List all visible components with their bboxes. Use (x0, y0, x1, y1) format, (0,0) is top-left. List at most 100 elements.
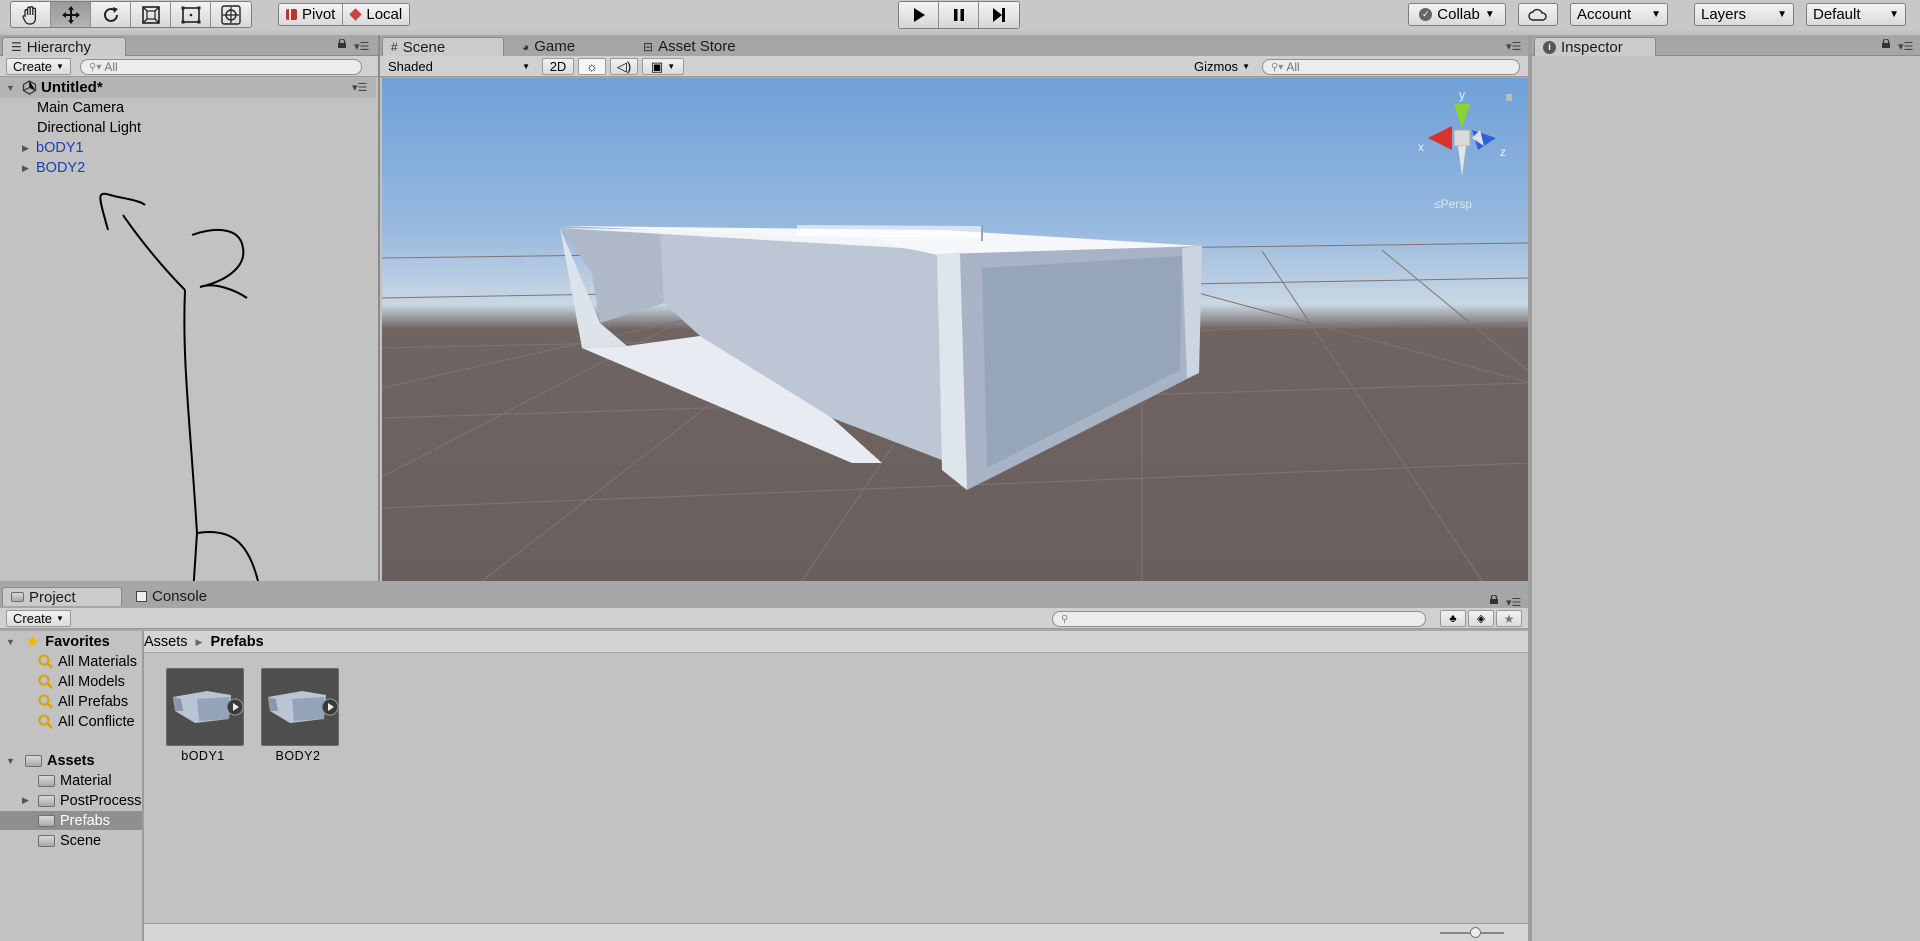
create-dropdown[interactable]: Create ▼ (6, 58, 71, 75)
chevron-down-icon: ▼ (522, 62, 530, 71)
triangle-down-icon[interactable]: ▼ (6, 637, 20, 647)
hierarchy-item-body1[interactable]: ▶ bODY1 (22, 138, 84, 158)
gizmo-lock-icon[interactable] (1506, 94, 1512, 101)
filter-by-type-button[interactable]: ♣ (1440, 610, 1466, 627)
folder-postprocess[interactable]: ▶ PostProcess (22, 791, 141, 810)
rotate-icon (103, 6, 118, 22)
rect-tool-button[interactable] (171, 2, 211, 27)
move-tool-button[interactable] (51, 2, 91, 27)
scene-search-input[interactable] (1286, 60, 1519, 74)
tab-scene[interactable]: # Scene (382, 37, 504, 56)
projection-label[interactable]: ≤Persp (1434, 197, 1472, 211)
pivot-toggle[interactable]: Pivot (279, 4, 344, 25)
lock-icon[interactable] (1490, 595, 1498, 604)
gizmos-dropdown[interactable]: Gizmos ▼ (1188, 58, 1252, 75)
pivot-label: Pivot (302, 6, 336, 23)
asset-thumbnail-body2[interactable] (261, 668, 339, 746)
x-axis-cone[interactable] (1428, 126, 1452, 150)
list-icon: ☰ (11, 40, 22, 54)
scene-root-row[interactable]: ▼ Untitled* ▾☰ (0, 77, 376, 98)
favorite-all-conflicted[interactable]: All Conflicte (38, 712, 135, 731)
effects-dropdown[interactable]: ▣ ▼ (642, 58, 684, 75)
favorite-all-prefabs[interactable]: All Prefabs (38, 692, 128, 711)
tab-console[interactable]: Console (128, 587, 207, 606)
y-axis-cone[interactable] (1454, 104, 1470, 128)
tab-project[interactable]: Project (2, 587, 122, 606)
hierarchy-item-main-camera[interactable]: Main Camera (37, 98, 124, 118)
game-tab-label: Game (534, 38, 576, 55)
scene-viewport[interactable] (382, 78, 1528, 581)
neg-y-axis-cone[interactable] (1458, 146, 1466, 176)
pause-button[interactable] (939, 2, 979, 28)
chevron-down-icon: ▼ (1777, 9, 1787, 20)
shading-mode-dropdown[interactable]: Shaded ▼ (382, 58, 536, 75)
prefab-preview-icon (173, 691, 244, 723)
layers-dropdown[interactable]: Layers ▼ (1694, 3, 1794, 26)
move-arrows-icon (61, 5, 80, 24)
2d-toggle[interactable]: 2D (542, 58, 574, 75)
folder-material[interactable]: Material (38, 771, 112, 790)
cloud-button[interactable] (1518, 3, 1558, 26)
favorite-all-materials[interactable]: All Materials (38, 652, 137, 671)
lock-icon[interactable] (1882, 39, 1890, 48)
folder-prefabs[interactable]: Prefabs (38, 811, 110, 830)
triangle-right-icon[interactable]: ▶ (22, 163, 36, 174)
body-mesh-model (560, 225, 1202, 490)
favorite-all-models[interactable]: All Models (38, 672, 125, 691)
filter-by-label-button[interactable]: ◈ (1468, 610, 1494, 627)
hierarchy-search-input[interactable] (104, 60, 361, 74)
transform-tool-button[interactable] (211, 2, 251, 27)
tab-hierarchy[interactable]: ☰ Hierarchy (2, 37, 126, 56)
hierarchy-scene-divider[interactable] (378, 35, 380, 581)
layout-dropdown[interactable]: Default ▼ (1806, 3, 1906, 26)
hand-tool-button[interactable] (11, 2, 51, 27)
step-button[interactable] (979, 2, 1019, 28)
project-tree-divider[interactable] (142, 631, 144, 941)
triangle-down-icon[interactable]: ▼ (6, 83, 20, 93)
panel-menu-icon[interactable]: ▾☰ (1506, 40, 1521, 53)
account-dropdown[interactable]: Account ▼ (1570, 3, 1668, 26)
lock-icon[interactable] (338, 39, 346, 48)
chevron-down-icon: ▼ (1651, 9, 1661, 20)
favorite-search-button[interactable]: ★ (1496, 610, 1522, 627)
hierarchy-tabbar: ☰ Hierarchy ▾☰ (0, 35, 378, 56)
tab-asset-store[interactable]: ⊟ Asset Store (635, 37, 736, 56)
tab-inspector[interactable]: i Inspector (1534, 37, 1656, 56)
gizmo-y-label: y (1459, 88, 1465, 102)
project-create-dropdown[interactable]: Create ▼ (6, 610, 71, 627)
asset-thumbnail-body1[interactable] (166, 668, 244, 746)
triangle-right-icon[interactable]: ▶ (22, 795, 33, 806)
favorites-header[interactable]: ▼ ★ Favorites (6, 632, 110, 651)
thumbnail-size-slider-handle[interactable] (1470, 927, 1481, 938)
persp-text: Persp (1440, 197, 1472, 211)
lighting-toggle[interactable]: ☼ (578, 58, 606, 75)
chevron-down-icon: ▼ (56, 62, 64, 71)
breadcrumb-prefabs[interactable]: Prefabs (210, 634, 263, 650)
audio-toggle[interactable]: ◁) (610, 58, 638, 75)
project-search-input[interactable] (1071, 612, 1425, 626)
scene-menu-icon[interactable]: ▾☰ (352, 81, 367, 94)
collab-dropdown[interactable]: ✓ Collab ▼ (1408, 3, 1506, 26)
hierarchy-item-directional-light[interactable]: Directional Light (37, 118, 141, 138)
panel-menu-icon[interactable]: ▾☰ (1898, 40, 1913, 53)
rotate-tool-button[interactable] (91, 2, 131, 27)
play-button[interactable] (899, 2, 939, 28)
folder-scene[interactable]: Scene (38, 831, 101, 850)
2d-label: 2D (549, 59, 567, 74)
panel-menu-icon[interactable]: ▾☰ (354, 40, 369, 53)
assets-header[interactable]: ▼ Assets (6, 751, 95, 770)
triangle-down-icon[interactable]: ▼ (6, 756, 20, 766)
gizmo-center-cube[interactable] (1453, 129, 1471, 147)
project-status-bar (144, 923, 1528, 941)
console-icon (136, 591, 147, 602)
shading-mode-label: Shaded (388, 59, 433, 74)
hierarchy-subbar: Create ▼ ⚲▾ (0, 56, 378, 77)
local-toggle[interactable]: Local (343, 4, 410, 25)
triangle-right-icon[interactable]: ▶ (22, 143, 36, 154)
favorite-label: All Models (58, 673, 125, 690)
hierarchy-item-body2[interactable]: ▶ BODY2 (22, 158, 85, 178)
breadcrumb-assets[interactable]: Assets (144, 634, 188, 650)
scale-tool-button[interactable] (131, 2, 171, 27)
tab-game[interactable]: ◕ Game (514, 37, 575, 56)
orientation-gizmo[interactable]: y x z (1408, 84, 1514, 184)
